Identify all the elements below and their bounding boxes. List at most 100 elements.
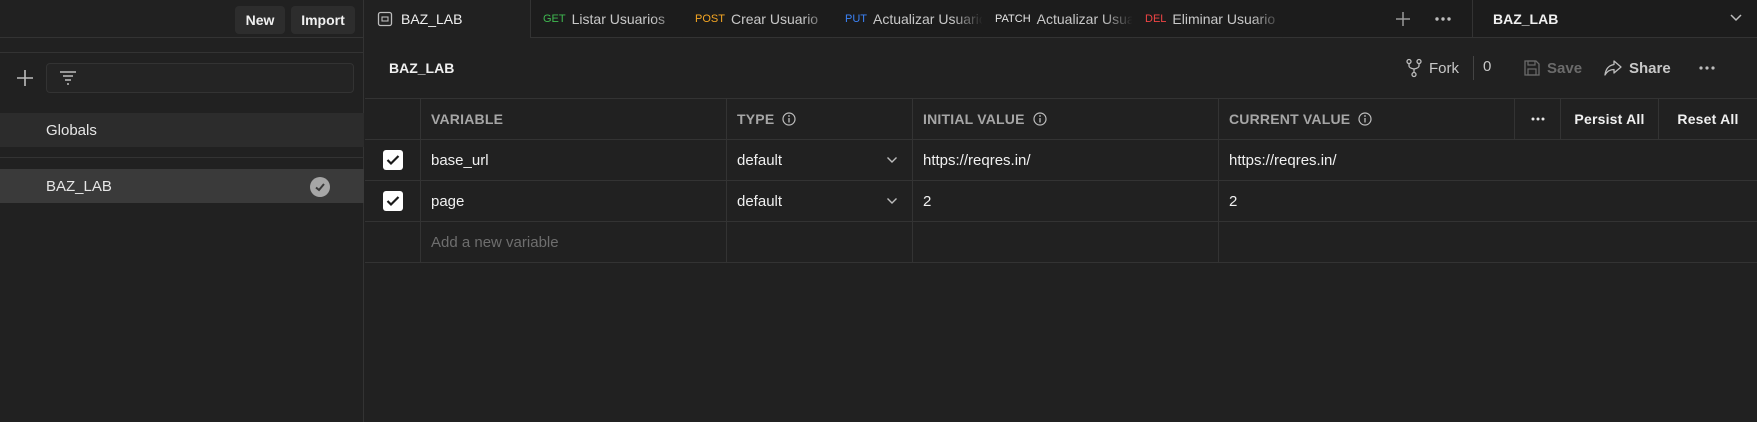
fork-icon — [1406, 58, 1422, 78]
column-header-label: CURRENT VALUE — [1229, 111, 1351, 127]
variable-name-cell[interactable]: base_url — [421, 140, 727, 180]
table-body: base_url default https://reqres.in/ http… — [365, 140, 1757, 263]
more-horizontal-icon — [1699, 66, 1715, 70]
method-badge: POST — [695, 13, 725, 25]
current-value-cell[interactable] — [1219, 222, 1757, 262]
column-header-variable: VARIABLE — [421, 99, 727, 139]
add-variable-input[interactable]: Add a new variable — [421, 222, 727, 262]
table-row: page default 2 2 — [365, 181, 1757, 222]
type-select[interactable]: default — [737, 181, 912, 221]
fork-count: 0 — [1483, 58, 1492, 75]
create-environment-button[interactable] — [14, 67, 36, 89]
type-cell: default — [727, 181, 913, 221]
tab-del-eliminar-usuario[interactable]: DEL Eliminar Usuario — [1133, 0, 1283, 38]
tab-put-actualizar-usuario[interactable]: PUT Actualizar Usuario — [833, 0, 983, 38]
save-button[interactable]: Save — [1523, 56, 1582, 80]
environment-header: BAZ_LAB Fork 0 Save Share — [365, 38, 1757, 98]
column-header-label: INITIAL VALUE — [923, 111, 1025, 127]
active-environment-check-icon[interactable] — [310, 177, 330, 197]
fork-label: Fork — [1429, 59, 1459, 77]
sidebar: New Import Globals BAZ_LAB — [0, 0, 364, 422]
plus-icon — [1396, 12, 1410, 26]
tab-label: Crear Usuario — [730, 11, 819, 27]
save-label: Save — [1547, 59, 1583, 77]
environment-item-label: Globals — [46, 121, 97, 139]
row-checkbox-cell — [365, 140, 421, 180]
checkmark-icon — [386, 155, 399, 166]
environment-divider — [0, 157, 364, 158]
column-header-type: TYPE — [727, 99, 913, 139]
environment-item-label: BAZ_LAB — [46, 177, 112, 195]
sidebar-search-row — [0, 52, 364, 104]
tab-get-listar-usuarios[interactable]: GET Listar Usuarios — [531, 0, 683, 38]
checkmark-icon — [386, 196, 399, 207]
row-enabled-checkbox[interactable] — [382, 191, 403, 211]
fork-divider — [1473, 56, 1474, 80]
initial-value-cell[interactable] — [913, 222, 1219, 262]
new-tab-button[interactable] — [1385, 0, 1421, 38]
column-header-label: TYPE — [737, 111, 775, 127]
share-icon — [1604, 60, 1622, 76]
info-icon[interactable] — [1033, 112, 1047, 126]
info-icon[interactable] — [782, 112, 796, 126]
page-title: BAZ_LAB — [389, 60, 455, 76]
row-checkbox-cell — [365, 222, 421, 262]
column-header-current-value: CURRENT VALUE — [1219, 99, 1515, 139]
type-select-value: default — [737, 151, 783, 169]
persist-all-button[interactable]: Persist All — [1561, 99, 1659, 139]
type-cell — [727, 222, 913, 262]
current-value-cell[interactable]: 2 — [1219, 181, 1757, 221]
tab-label: Listar Usuarios — [571, 11, 665, 27]
tab-label: Actualizar Usuario — [873, 11, 983, 27]
tab-environment-baz-lab[interactable]: BAZ_LAB — [365, 0, 531, 38]
column-header-label: VARIABLE — [431, 111, 504, 127]
column-header-initial-value: INITIAL VALUE — [913, 99, 1219, 139]
initial-value-cell[interactable]: 2 — [913, 181, 1219, 221]
table-row: base_url default https://reqres.in/ http… — [365, 140, 1757, 181]
tab-label: BAZ_LAB — [401, 11, 463, 27]
select-column-header — [365, 99, 421, 139]
method-badge: PUT — [845, 13, 867, 25]
row-checkbox-cell — [365, 181, 421, 221]
tab-patch-actualizar-usuario[interactable]: PATCH Actualizar Usuario — [983, 0, 1133, 38]
fork-button[interactable]: Fork — [1405, 56, 1459, 80]
checkmark-icon — [315, 183, 325, 192]
info-icon[interactable] — [1358, 112, 1372, 126]
environment-selector[interactable]: BAZ_LAB — [1472, 0, 1757, 38]
environment-selector-value: BAZ_LAB — [1493, 11, 1559, 27]
environment-icon — [377, 11, 393, 27]
method-badge: PATCH — [995, 13, 1031, 25]
initial-value-cell[interactable]: https://reqres.in/ — [913, 140, 1219, 180]
environment-more-button[interactable] — [1695, 56, 1719, 80]
type-select[interactable]: default — [737, 140, 912, 180]
type-cell: default — [727, 140, 913, 180]
environment-item-baz-lab[interactable]: BAZ_LAB — [0, 169, 364, 203]
tab-label: Eliminar Usuario — [1172, 11, 1276, 27]
table-header-row: VARIABLE TYPE INITIAL VALUE CURRENT VALU… — [365, 99, 1757, 140]
share-label: Share — [1629, 59, 1671, 77]
filter-input[interactable] — [46, 63, 354, 93]
tab-post-crear-usuario[interactable]: POST Crear Usuario — [683, 0, 833, 38]
tab-bar: BAZ_LAB GET Listar Usuarios POST Crear U… — [365, 0, 1757, 38]
more-horizontal-icon — [1435, 17, 1451, 21]
more-horizontal-icon — [1531, 117, 1544, 121]
type-select-value: default — [737, 192, 783, 210]
share-button[interactable]: Share — [1603, 56, 1671, 80]
chevron-down-icon — [887, 198, 897, 204]
sidebar-topbar: New Import — [0, 0, 364, 38]
current-value-cell[interactable]: https://reqres.in/ — [1219, 140, 1757, 180]
method-badge: DEL — [1145, 13, 1167, 25]
import-button[interactable]: Import — [291, 6, 355, 34]
add-variable-row: Add a new variable — [365, 222, 1757, 263]
environment-item-globals[interactable]: Globals — [0, 113, 364, 147]
filter-icon — [60, 71, 76, 85]
new-button[interactable]: New — [235, 6, 285, 34]
variable-name-cell[interactable]: page — [421, 181, 727, 221]
tab-label: Actualizar Usuario — [1036, 11, 1132, 27]
chevron-down-icon — [887, 157, 897, 163]
table-more-button[interactable] — [1515, 99, 1561, 139]
reset-all-button[interactable]: Reset All — [1659, 99, 1757, 139]
tabs-more-button[interactable] — [1425, 0, 1461, 38]
row-enabled-checkbox[interactable] — [382, 150, 403, 170]
save-icon — [1524, 60, 1540, 76]
